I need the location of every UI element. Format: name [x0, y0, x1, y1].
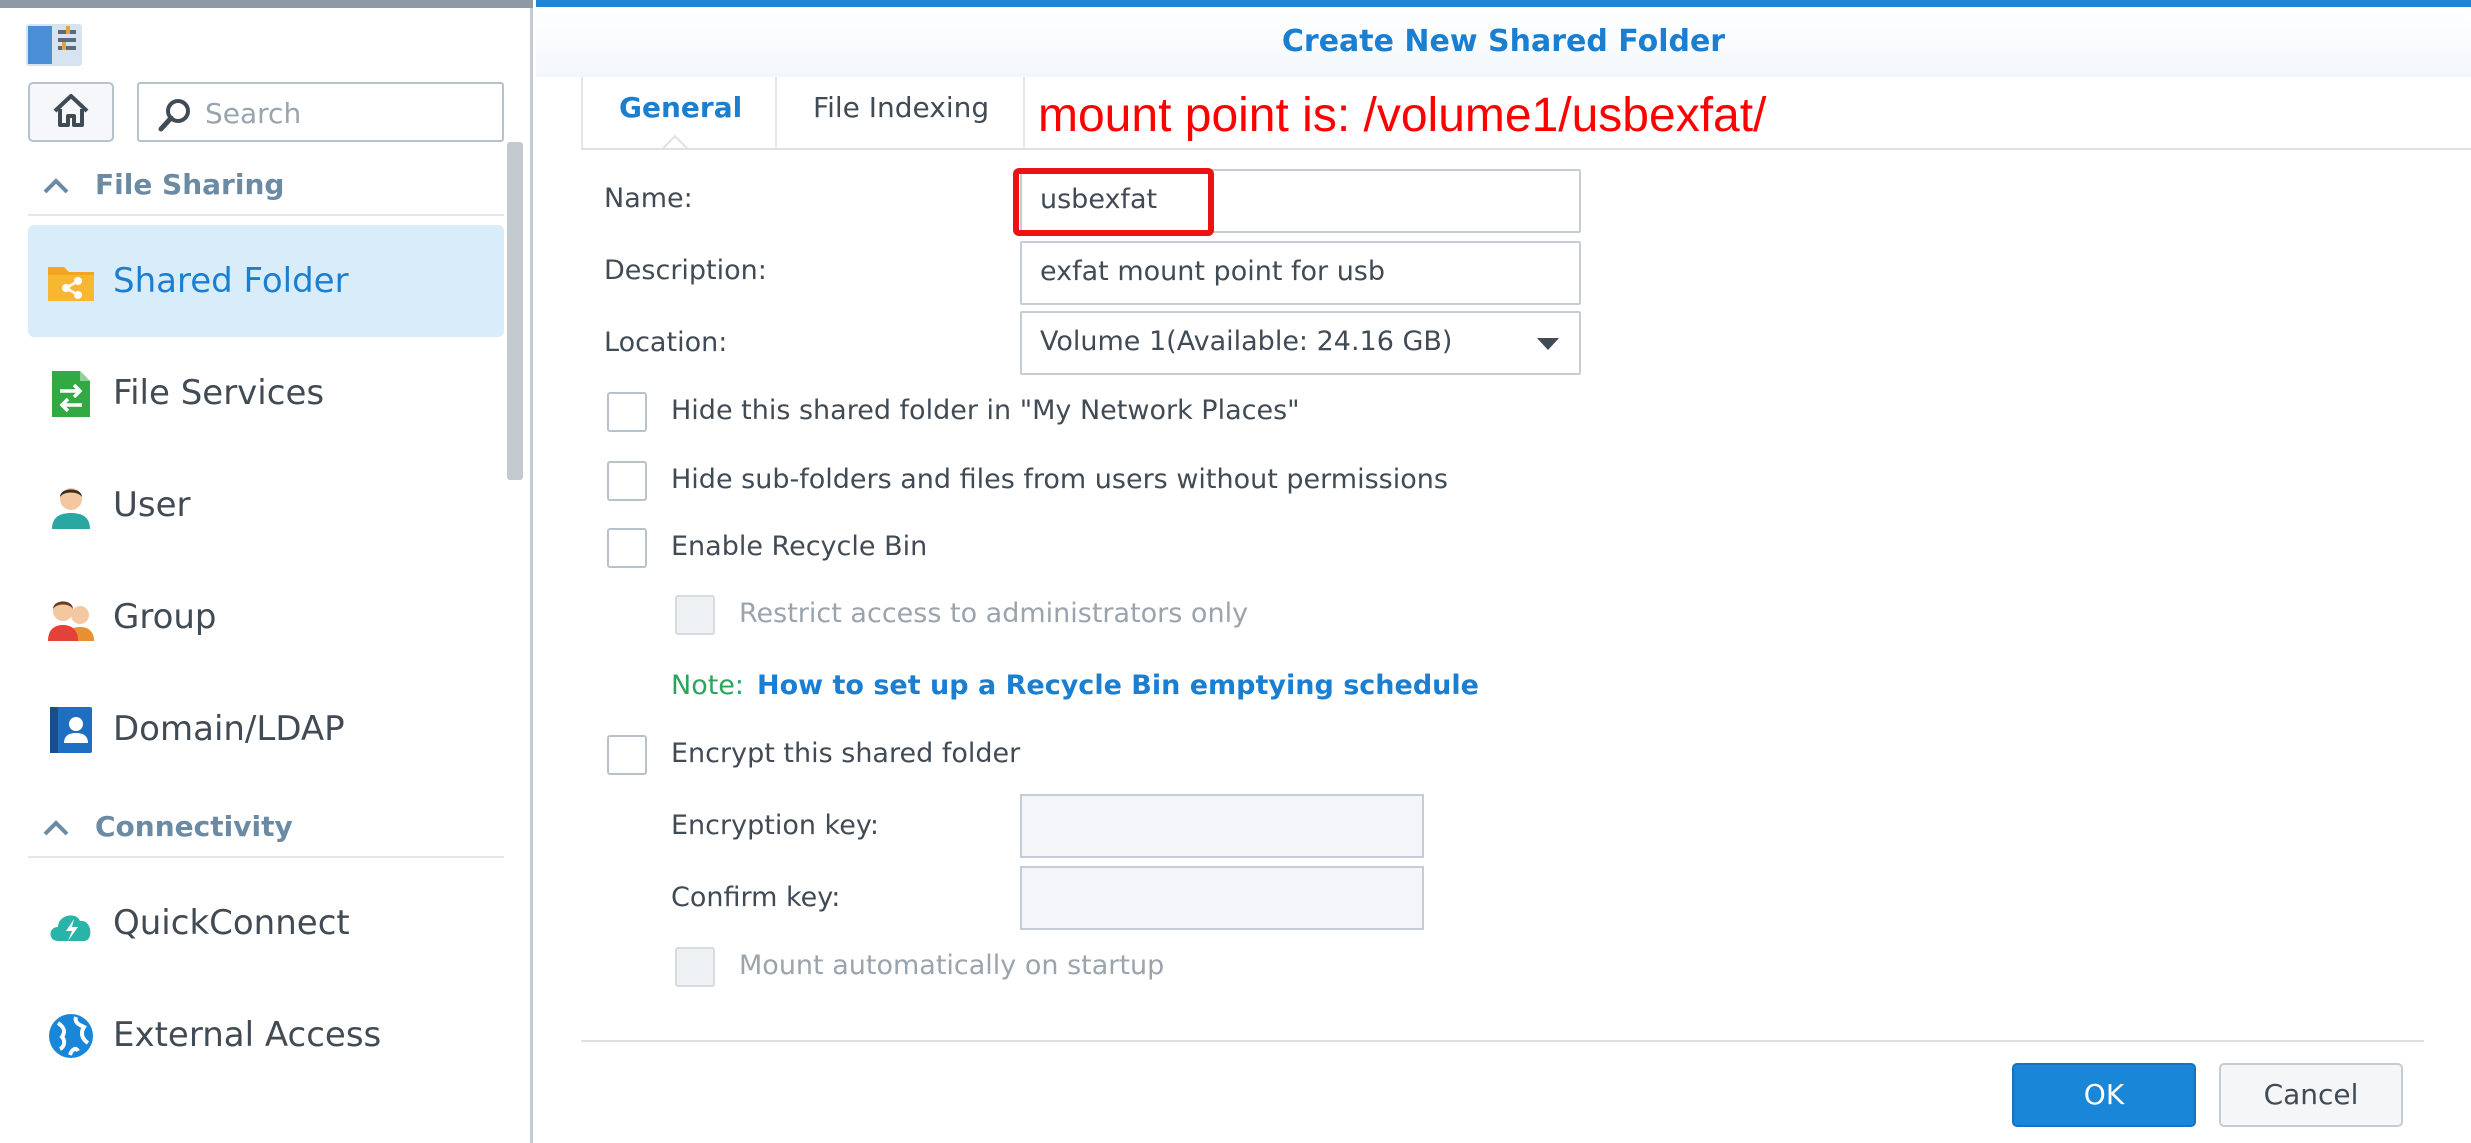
footer-divider [581, 1040, 2424, 1042]
encryption-key-input[interactable] [1022, 796, 1426, 858]
sidebar-item-label: External Access [113, 1015, 382, 1055]
hide-subfolders-label[interactable]: Hide sub-folders and files from users wi… [671, 464, 1448, 495]
home-button[interactable] [28, 82, 114, 142]
user-icon [46, 481, 96, 531]
confirm-key-input[interactable] [1022, 868, 1426, 930]
sidebar-item-label: Shared Folder [113, 261, 349, 301]
tab-general[interactable]: General [581, 77, 775, 164]
section-label: File Sharing [95, 168, 285, 201]
sidebar-item-label: Domain/LDAP [113, 709, 345, 749]
hide-subfolders-checkbox[interactable] [607, 461, 647, 501]
restrict-admin-checkbox[interactable] [675, 595, 715, 635]
section-label: Connectivity [95, 810, 293, 843]
section-header-connectivity[interactable]: Connectivity [28, 800, 504, 858]
sidebar-item-shared-folder[interactable]: Shared Folder [28, 225, 504, 337]
sidebar-item-label: Group [113, 597, 217, 637]
location-label: Location: [604, 327, 728, 358]
quickconnect-icon [46, 899, 96, 949]
encrypt-label[interactable]: Encrypt this shared folder [671, 738, 1020, 769]
name-label: Name: [604, 183, 693, 214]
cancel-button[interactable]: Cancel [2219, 1063, 2403, 1127]
chevron-up-icon [42, 818, 70, 842]
chevron-up-icon [42, 176, 70, 200]
tabs-divider [581, 148, 2471, 150]
location-value: Volume 1(Available: 24.16 GB) [1040, 326, 1453, 357]
confirm-key-label: Confirm key: [671, 882, 841, 913]
external-access-icon [46, 1011, 96, 1061]
dialog-accent-bar [536, 0, 2471, 7]
sidebar-item-quickconnect[interactable]: QuickConnect [28, 867, 504, 979]
search-input[interactable] [203, 94, 487, 132]
sidebar-scrollbar[interactable] [507, 142, 523, 480]
sidebar-item-domain-ldap[interactable]: Domain/LDAP [28, 673, 504, 785]
recycle-bin-checkbox[interactable] [607, 528, 647, 568]
recycle-bin-schedule-link[interactable]: How to set up a Recycle Bin emptying sch… [757, 670, 1479, 701]
sidebar-item-label: User [113, 485, 191, 525]
mount-auto-label: Mount automatically on startup [739, 950, 1165, 981]
search-field[interactable] [137, 82, 504, 142]
search-icon [157, 97, 193, 137]
dialog-title: Create New Shared Folder [1281, 24, 1726, 59]
encryption-key-field[interactable] [1020, 794, 1426, 858]
sidebar-item-label: File Services [113, 373, 325, 413]
home-icon [51, 91, 91, 133]
control-panel-app-icon [26, 22, 82, 70]
shared-folder-icon [46, 257, 96, 307]
mount-auto-checkbox[interactable] [675, 947, 715, 987]
dialog-title-bar[interactable]: Create New Shared Folder [536, 7, 2471, 77]
description-label: Description: [604, 255, 767, 286]
name-highlight-box [1013, 168, 1214, 236]
sidebar-item-external-access[interactable]: External Access [28, 979, 504, 1091]
sidebar-item-label: QuickConnect [113, 903, 350, 943]
tab-file-indexing[interactable]: File Indexing [775, 77, 1025, 149]
encrypt-checkbox[interactable] [607, 735, 647, 775]
section-header-file-sharing[interactable]: File Sharing [28, 158, 504, 216]
mount-point-annotation: mount point is: /volume1/usbexfat/ [1038, 89, 1767, 142]
location-select[interactable]: Volume 1(Available: 24.16 GB) [1020, 311, 1581, 375]
restrict-admin-label: Restrict access to administrators only [739, 598, 1249, 629]
encryption-key-label: Encryption key: [671, 810, 879, 841]
confirm-key-field[interactable] [1020, 866, 1426, 930]
control-panel-sidebar: File Sharing Shared Folder File Services [0, 0, 533, 1143]
tab-label: General [619, 91, 743, 124]
tab-label: File Indexing [813, 91, 990, 124]
description-input[interactable] [1040, 256, 1560, 287]
domain-ldap-icon [46, 705, 96, 755]
ok-button[interactable]: OK [2012, 1063, 2196, 1127]
file-services-icon [46, 369, 96, 419]
group-icon [46, 593, 96, 643]
description-field[interactable] [1020, 241, 1581, 305]
recycle-bin-label[interactable]: Enable Recycle Bin [671, 531, 927, 562]
hide-network-label[interactable]: Hide this shared folder in "My Network P… [671, 395, 1300, 426]
note-prefix: Note: [671, 670, 745, 701]
sidebar-item-group[interactable]: Group [28, 561, 504, 673]
sidebar-item-file-services[interactable]: File Services [28, 337, 504, 449]
dropdown-arrow-icon [1537, 338, 1559, 350]
sidebar-top-bar [0, 0, 533, 8]
hide-network-checkbox[interactable] [607, 392, 647, 432]
sidebar-item-user[interactable]: User [28, 449, 504, 561]
